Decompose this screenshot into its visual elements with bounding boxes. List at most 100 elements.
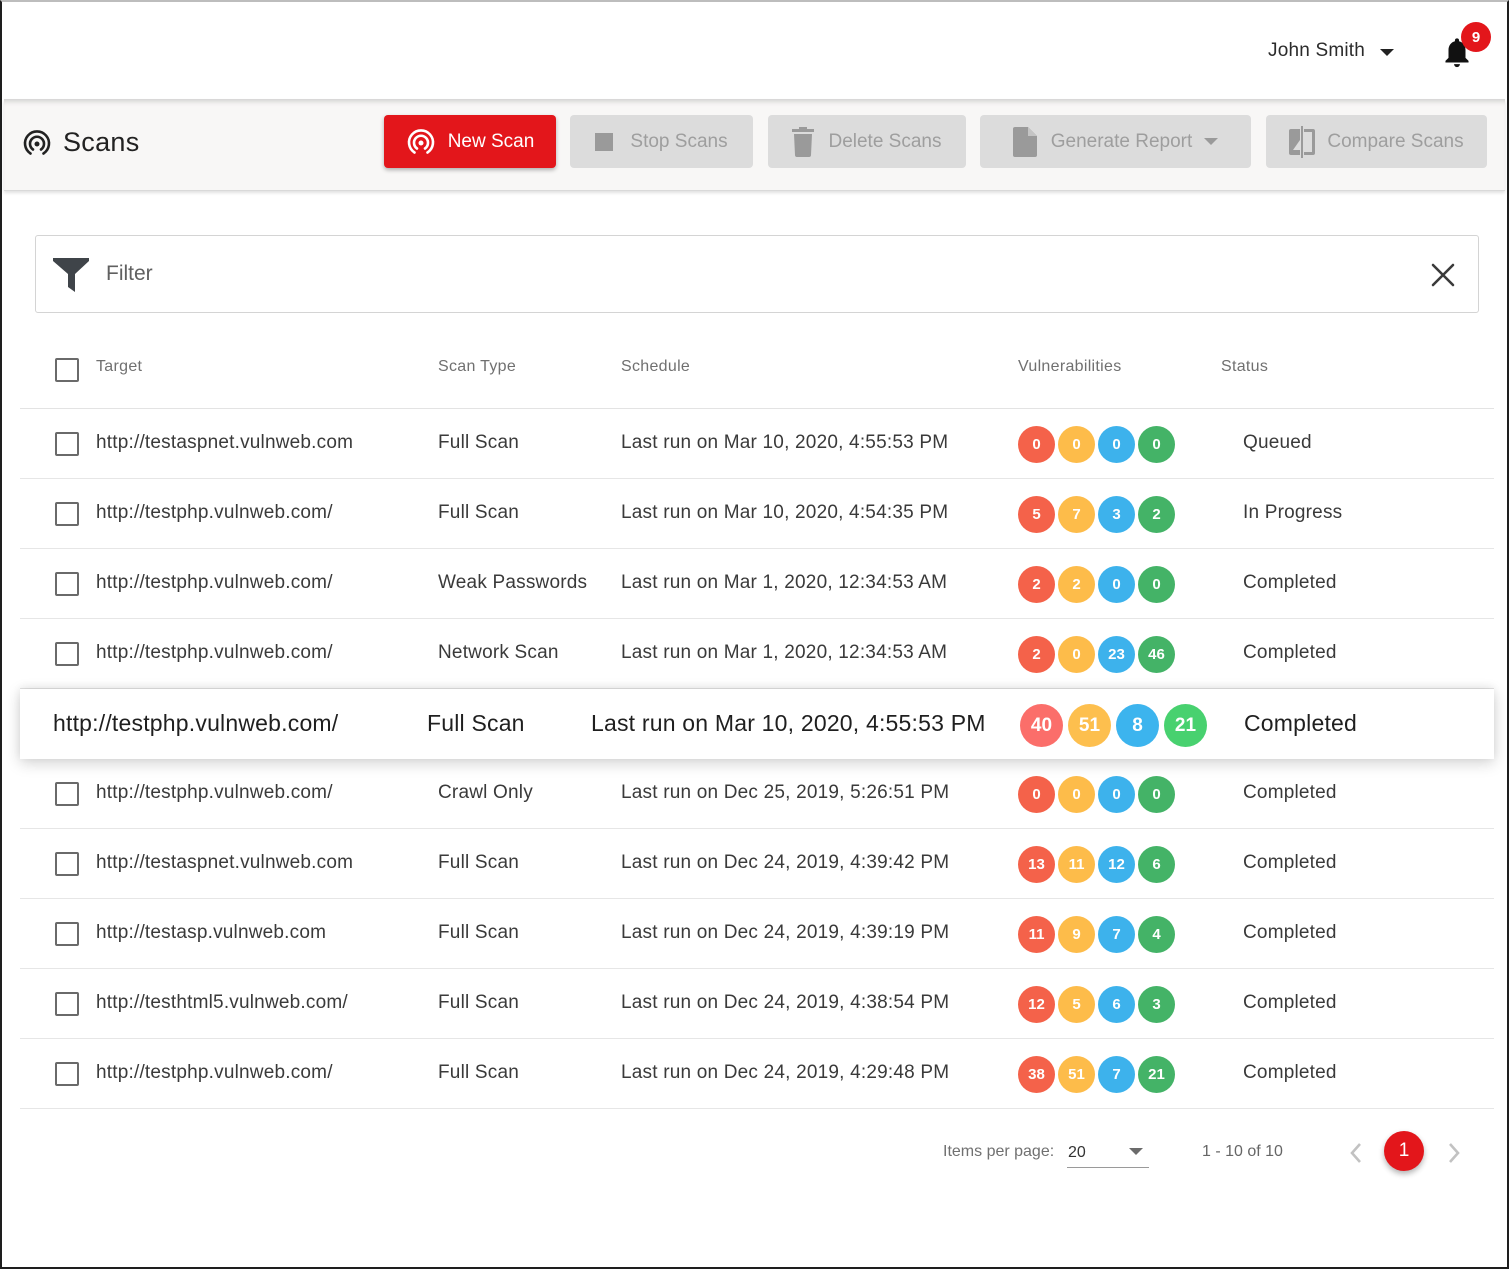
filter-input[interactable]: [106, 256, 1406, 292]
target-link[interactable]: http://testphp.vulnweb.com/: [96, 1062, 333, 1084]
scan-type: Full Scan: [438, 852, 520, 873]
table-row[interactable]: http://testaspnet.vulnweb.com Full Scan La…: [20, 409, 1494, 479]
scan-type: Network Scan: [438, 642, 559, 663]
compare-icon: [1289, 125, 1316, 158]
vuln-count-medium: 9: [1058, 916, 1095, 953]
vuln-count-high: 0: [1018, 426, 1055, 463]
column-header-scan-type[interactable]: Scan Type: [438, 358, 516, 376]
target-link[interactable]: http://testphp.vulnweb.com/: [96, 642, 333, 664]
vuln-count-low: 7: [1098, 1056, 1135, 1093]
schedule: Last run on Mar 1, 2020, 12:34:53 AM: [621, 572, 948, 593]
table-row[interactable]: http://testphp.vulnweb.com/Full Scan Last…: [20, 479, 1494, 549]
vulnerability-counts: 0000: [1018, 426, 1178, 463]
vuln-count-high: 12: [1018, 986, 1055, 1023]
table-row-dragging[interactable]: http://testphp.vulnweb.com/Full Scan Last…: [20, 689, 1494, 759]
vuln-count-low: 23: [1098, 636, 1135, 673]
column-header-vulnerabilities[interactable]: Vulnerabilities: [1018, 358, 1122, 376]
target-link[interactable]: http://testphp.vulnweb.com/: [53, 710, 338, 737]
scan-type: Full Scan: [438, 432, 520, 453]
next-page-icon[interactable]: [1442, 1139, 1466, 1167]
table-row[interactable]: http://testhtml5.vulnweb.com/Full Scan La…: [20, 969, 1494, 1039]
vuln-count-high: 11: [1018, 916, 1055, 953]
vuln-count-medium: 7: [1058, 496, 1095, 533]
status-text: Completed: [1243, 992, 1337, 1013]
target-link[interactable]: http://testhtml5.vulnweb.com/: [96, 992, 348, 1014]
schedule: Last run on Dec 24, 2019, 4:39:42 PM: [621, 852, 950, 873]
generate-report-button[interactable]: Generate Report: [980, 115, 1251, 168]
vuln-count-low: 0: [1098, 566, 1135, 603]
target-link[interactable]: http://testphp.vulnweb.com/: [96, 782, 333, 804]
vuln-count-info: 0: [1138, 776, 1175, 813]
row-checkbox[interactable]: [55, 572, 79, 596]
target-link[interactable]: http://testaspnet.vulnweb.com: [96, 432, 353, 454]
user-name: John Smith: [1268, 40, 1366, 61]
filter-bar: [35, 235, 1479, 313]
scan-type: Full Scan: [427, 710, 525, 736]
vuln-count-info: 6: [1138, 846, 1175, 883]
vulnerability-counts: 38 51 7 21: [1018, 1056, 1178, 1093]
vuln-count-info: 21: [1138, 1056, 1175, 1093]
status-text: Completed: [1243, 922, 1337, 943]
column-header-target[interactable]: Target: [96, 358, 142, 376]
vulnerability-counts: 0000: [1018, 776, 1178, 813]
row-checkbox[interactable]: [55, 432, 79, 456]
delete-scans-button[interactable]: Delete Scans: [768, 115, 966, 168]
new-scan-button[interactable]: New Scan: [384, 115, 556, 168]
row-checkbox[interactable]: [55, 1062, 79, 1086]
scan-type: Weak Passwords: [438, 572, 588, 593]
row-checkbox[interactable]: [55, 922, 79, 946]
page-range-label: 1 - 10 of 10: [1202, 1143, 1283, 1160]
user-menu[interactable]: John Smith: [1268, 40, 1395, 62]
paginator: Items per page: 20 1 - 10 of 10 1: [2, 1122, 1509, 1182]
previous-page-icon[interactable]: [1344, 1139, 1368, 1167]
vulnerability-counts: 2 0 23 46: [1018, 636, 1178, 673]
close-icon[interactable]: [1429, 261, 1457, 289]
vuln-count-medium: 0: [1058, 636, 1095, 673]
target-link[interactable]: http://testphp.vulnweb.com/: [96, 572, 333, 594]
table-header: Target Scan Type Schedule Vulnerabilitie…: [20, 332, 1494, 409]
schedule: Last run on Mar 1, 2020, 12:34:53 AM: [621, 642, 948, 663]
row-checkbox[interactable]: [55, 502, 79, 526]
scan-radar-icon: [407, 128, 434, 154]
table-row[interactable]: http://testphp.vulnweb.com/Crawl Only Las…: [20, 759, 1494, 829]
stop-scans-label: Stop Scans: [630, 130, 728, 152]
table-row[interactable]: http://testphp.vulnweb.com/Network Scan L…: [20, 619, 1494, 689]
table-row[interactable]: http://testaspnet.vulnweb.com Full Scan La…: [20, 829, 1494, 899]
select-all-checkbox[interactable]: [55, 358, 79, 382]
column-header-status[interactable]: Status: [1221, 358, 1268, 376]
current-page-button[interactable]: 1: [1384, 1131, 1424, 1171]
schedule: Last run on Dec 24, 2019, 4:29:48 PM: [621, 1062, 950, 1083]
items-per-page-select[interactable]: 20: [1067, 1136, 1149, 1168]
chevron-down-icon: [1380, 49, 1395, 56]
scan-type: Full Scan: [438, 1062, 520, 1083]
new-scan-label: New Scan: [447, 130, 535, 152]
schedule: Last run on Mar 10, 2020, 4:54:35 PM: [621, 502, 949, 523]
table-row[interactable]: http://testphp.vulnweb.com/Full Scan Last…: [20, 1039, 1494, 1109]
chevron-down-icon: [1204, 138, 1219, 145]
target-link[interactable]: http://testphp.vulnweb.com/: [96, 502, 333, 524]
vuln-count-medium: 2: [1058, 566, 1095, 603]
notification-badge: 9: [1461, 22, 1491, 52]
column-header-schedule[interactable]: Schedule: [621, 358, 690, 376]
vulnerability-counts: 12 5 6 3: [1018, 986, 1178, 1023]
table-row[interactable]: http://testasp.vulnweb.com Full Scan Last …: [20, 899, 1494, 969]
stop-scans-button[interactable]: Stop Scans: [570, 115, 753, 168]
items-per-page-label: Items per page:: [943, 1143, 1055, 1160]
row-checkbox[interactable]: [55, 992, 79, 1016]
vuln-count-low: 6: [1098, 986, 1135, 1023]
target-link[interactable]: http://testasp.vulnweb.com: [96, 922, 326, 944]
vuln-count-medium: 5: [1058, 986, 1095, 1023]
vuln-count-medium: 51: [1058, 1056, 1095, 1093]
filter-icon: [53, 258, 89, 292]
vuln-count-low: 0: [1098, 426, 1135, 463]
target-link[interactable]: http://testaspnet.vulnweb.com: [96, 852, 353, 874]
row-checkbox[interactable]: [55, 642, 79, 666]
row-checkbox[interactable]: [55, 852, 79, 876]
table-row[interactable]: http://testphp.vulnweb.com/Weak Password…: [20, 549, 1494, 619]
row-checkbox[interactable]: [55, 782, 79, 806]
scan-type: Crawl Only: [438, 782, 533, 803]
vuln-count-medium: 0: [1058, 426, 1095, 463]
compare-scans-button[interactable]: Compare Scans: [1266, 115, 1487, 168]
delete-scans-label: Delete Scans: [828, 130, 942, 152]
vuln-count-info: 46: [1138, 636, 1175, 673]
